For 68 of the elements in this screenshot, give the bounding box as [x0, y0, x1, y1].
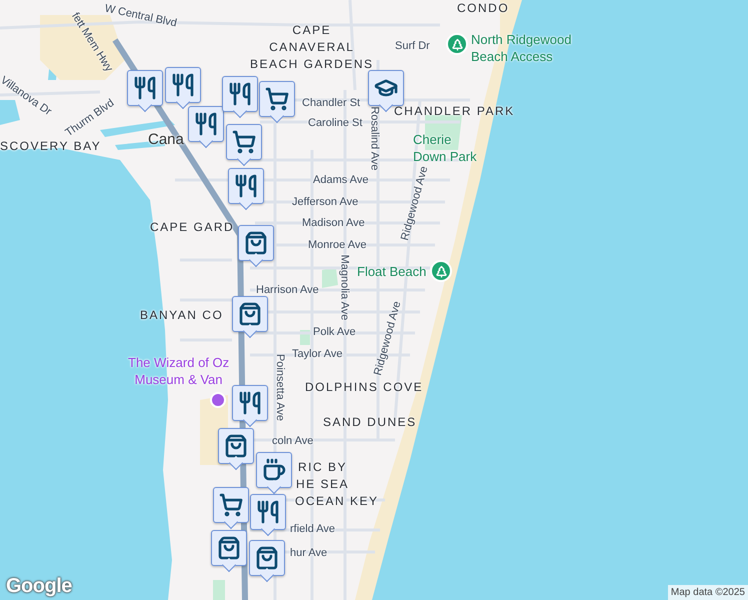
- shopping-bag-icon: [244, 231, 268, 255]
- shopping-pin[interactable]: [211, 530, 247, 572]
- shopping-pin[interactable]: [238, 225, 274, 267]
- utensils-icon: [238, 391, 262, 415]
- street-label: Monroe Ave: [308, 238, 367, 253]
- shopping-bag-icon: [224, 434, 248, 458]
- restaurant-pin[interactable]: [228, 168, 264, 210]
- shopping-pin[interactable]: [218, 428, 254, 470]
- restaurant-pin[interactable]: [232, 385, 268, 427]
- utensils-icon: [234, 174, 258, 198]
- tree-icon: [450, 38, 464, 50]
- park-label: Cherie Down Park: [413, 131, 477, 165]
- street-label: hur Ave: [290, 546, 328, 561]
- area-label: RIC BY HE SEA: [296, 459, 350, 493]
- area-label: CONDO: [457, 0, 510, 17]
- restaurant-pin[interactable]: [165, 67, 201, 109]
- street-label: Rosalind Ave: [368, 106, 382, 170]
- area-label: SCOVERY BAY: [0, 138, 102, 155]
- area-label: CAPE GARD: [150, 219, 234, 236]
- area-label: BANYAN CO: [140, 307, 224, 324]
- shopping-cart-icon: [232, 130, 256, 154]
- utensils-icon: [194, 112, 218, 136]
- area-label: CAPE CANAVERAL BEACH GARDENS: [250, 22, 374, 73]
- street-label: Adams Ave: [313, 173, 368, 188]
- street-label: Jefferson Ave: [292, 195, 358, 210]
- city-label: Cana: [148, 131, 184, 148]
- shopping-pin[interactable]: [249, 540, 285, 582]
- street-label: Polk Ave: [313, 325, 356, 340]
- shopping-bag-icon: [217, 536, 241, 560]
- logo: Google: [6, 575, 72, 598]
- street-label: Madison Ave: [302, 216, 365, 231]
- street-label: coln Ave: [272, 434, 314, 449]
- grocery-pin[interactable]: [259, 81, 295, 123]
- shopping-bag-icon: [255, 546, 279, 570]
- utensils-icon: [171, 73, 195, 97]
- utensils-icon: [256, 500, 280, 524]
- park-label: Float Beach: [357, 263, 426, 280]
- street-label: Poinsetta Ave: [273, 354, 288, 422]
- area-label: SAND DUNES: [323, 414, 417, 431]
- restaurant-pin[interactable]: [222, 76, 258, 118]
- shopping-cart-icon: [265, 87, 289, 111]
- street-label: rfield Ave: [290, 522, 336, 537]
- park-marker[interactable]: [430, 260, 452, 282]
- street-label: W Central Blvd: [103, 2, 178, 32]
- cafe-pin[interactable]: [256, 452, 292, 494]
- grocery-pin[interactable]: [213, 487, 249, 529]
- museum-marker[interactable]: [210, 392, 226, 408]
- shopping-cart-icon: [219, 493, 243, 517]
- street-label: Surf Dr: [395, 39, 430, 54]
- shopping-bag-icon: [238, 302, 262, 326]
- coffee-cup-icon: [262, 458, 286, 482]
- tree-icon: [434, 264, 448, 278]
- restaurant-pin[interactable]: [127, 70, 163, 112]
- park-marker[interactable]: [446, 33, 468, 55]
- street-label: Harrison Ave: [256, 283, 319, 298]
- street-label: Magnolia Ave: [337, 254, 352, 320]
- street-label: Caroline St: [308, 116, 362, 131]
- utensils-icon: [133, 76, 157, 100]
- area-label: DOLPHINS COVE: [305, 379, 424, 396]
- street-label: Taylor Ave: [292, 347, 343, 362]
- grocery-pin[interactable]: [226, 124, 262, 166]
- map-attribution: Map data ©2025: [668, 585, 748, 600]
- restaurant-pin[interactable]: [250, 494, 286, 536]
- street-label: Chandler St: [302, 96, 360, 111]
- area-label: OCEAN KEY: [295, 493, 379, 510]
- restaurant-pin[interactable]: [188, 106, 224, 148]
- shopping-pin[interactable]: [232, 296, 268, 338]
- utensils-icon: [228, 82, 252, 106]
